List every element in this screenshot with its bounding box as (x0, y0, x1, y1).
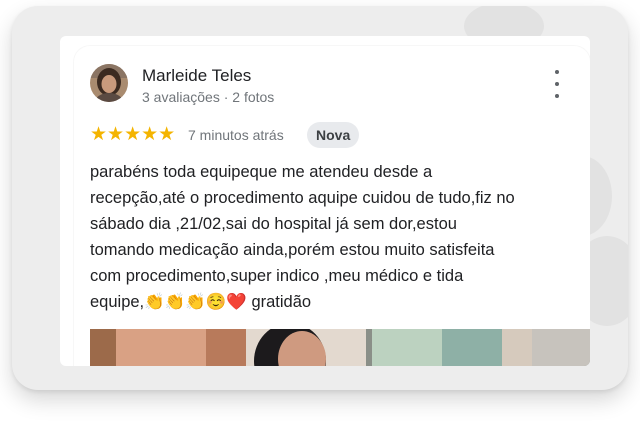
review-panel: Marleide Teles 3 avaliações · 2 fotos ★★… (74, 46, 590, 366)
review-card: Marleide Teles 3 avaliações · 2 fotos ★★… (60, 36, 590, 366)
review-text: parabéns toda equipeque me atendeu desde… (90, 163, 515, 311)
device-frame: Marleide Teles 3 avaliações · 2 fotos ★★… (12, 6, 628, 390)
review-photo-image (90, 329, 590, 366)
new-badge: Nova (307, 122, 360, 148)
author-meta: 3 avaliações · 2 fotos (142, 89, 275, 105)
review-photo[interactable] (90, 329, 590, 366)
more-vert-icon[interactable] (550, 70, 564, 98)
avatar-image (90, 64, 128, 102)
author-name[interactable]: Marleide Teles (142, 66, 251, 86)
avatar[interactable] (90, 64, 128, 102)
star-rating: ★★★★★ (90, 124, 176, 145)
review-time: 7 minutos atrás (188, 127, 284, 143)
